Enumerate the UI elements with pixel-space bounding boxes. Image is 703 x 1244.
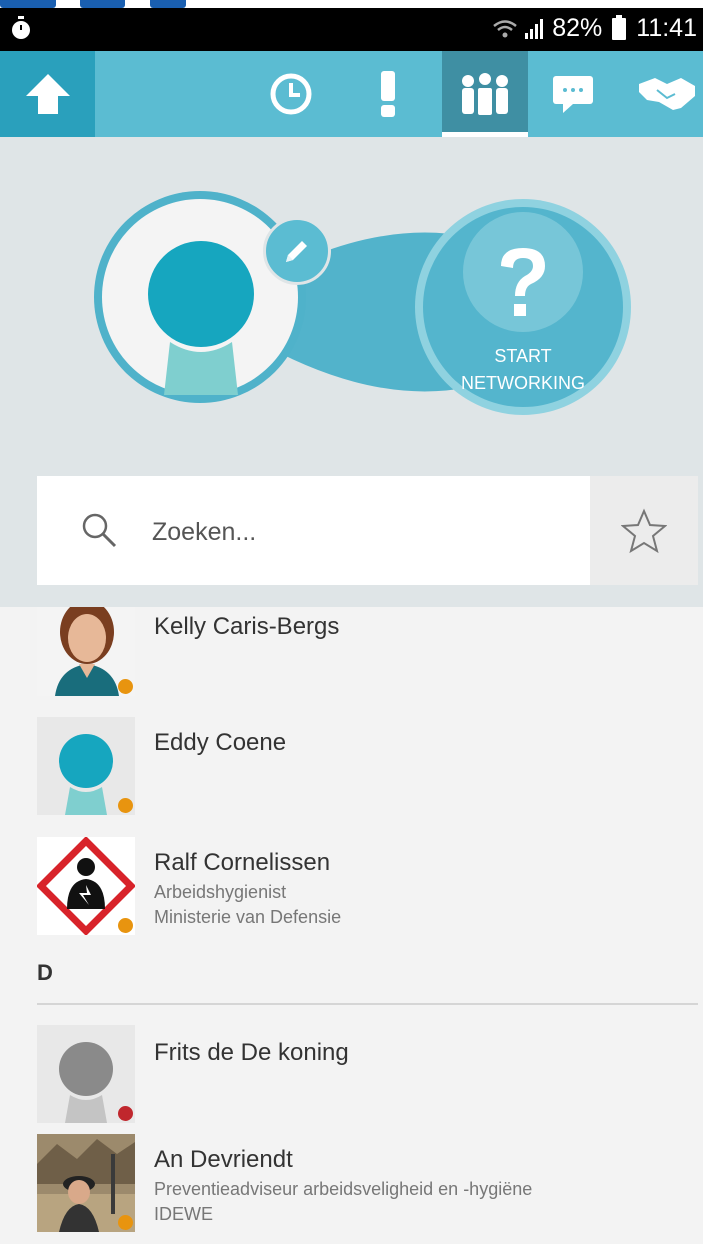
handshake-icon bbox=[638, 78, 695, 110]
contact-list: Kelly Caris-Bergs Eddy Coene Ralf Cornel… bbox=[0, 607, 703, 1244]
presence-away-dot bbox=[118, 918, 133, 933]
favorites-button[interactable] bbox=[590, 476, 698, 585]
contact-name: Kelly Caris-Bergs bbox=[154, 613, 340, 640]
section-header-d: D bbox=[37, 960, 53, 985]
tab-recent[interactable] bbox=[248, 51, 334, 137]
start-networking-button[interactable]: START NETWORKING bbox=[415, 199, 631, 415]
wifi-icon bbox=[493, 19, 518, 37]
home-button[interactable] bbox=[0, 51, 95, 137]
clock-icon bbox=[270, 73, 312, 115]
battery-percent: 82% bbox=[552, 14, 603, 42]
list-item[interactable]: Frits de De koning bbox=[0, 1025, 703, 1135]
contact-name: Eddy Coene bbox=[154, 729, 287, 756]
list-item[interactable]: An Devriendt Preventieadviseur arbeidsve… bbox=[0, 1132, 703, 1242]
stopwatch-icon bbox=[12, 16, 30, 39]
list-item[interactable]: Kelly Caris-Bergs bbox=[0, 607, 703, 717]
contact-name: Ralf Cornelissen bbox=[154, 849, 331, 876]
exclamation-icon bbox=[381, 71, 395, 117]
search-bar bbox=[37, 476, 590, 585]
start-label-line1: START bbox=[494, 346, 552, 366]
status-bar: 82% 11:41 bbox=[0, 8, 703, 51]
cropped-heading bbox=[0, 0, 703, 8]
top-toolbar bbox=[0, 51, 703, 137]
search-icon bbox=[82, 513, 117, 548]
presence-busy-dot bbox=[118, 1106, 133, 1121]
contact-name: An Devriendt bbox=[154, 1146, 293, 1173]
tab-alerts[interactable] bbox=[345, 51, 431, 137]
contact-organization: IDEWE bbox=[154, 1204, 214, 1224]
home-icon bbox=[25, 74, 70, 114]
section-divider bbox=[37, 1003, 698, 1005]
avatar bbox=[37, 1025, 135, 1123]
contact-title: Preventieadviseur arbeidsveligheid en -h… bbox=[154, 1179, 533, 1199]
start-label-line2: NETWORKING bbox=[461, 373, 585, 393]
avatar bbox=[37, 837, 135, 935]
presence-away-dot bbox=[118, 679, 133, 694]
search-input[interactable] bbox=[150, 506, 574, 558]
contact-name: Frits de De koning bbox=[154, 1039, 349, 1066]
presence-away-dot bbox=[118, 798, 133, 813]
list-item[interactable]: Eddy Coene bbox=[0, 717, 703, 827]
status-right: 82% 11:41 bbox=[492, 14, 697, 43]
tab-partners[interactable] bbox=[628, 51, 703, 137]
question-mark-icon bbox=[501, 248, 545, 316]
tab-messages[interactable] bbox=[530, 51, 616, 137]
avatar bbox=[37, 717, 135, 815]
tab-network[interactable] bbox=[442, 51, 528, 137]
clock-time: 11:41 bbox=[636, 14, 697, 42]
contact-organization: Ministerie van Defensie bbox=[154, 907, 342, 927]
chat-bubble-icon bbox=[553, 76, 593, 113]
signal-icon bbox=[525, 18, 544, 39]
edit-profile-button[interactable] bbox=[263, 217, 331, 285]
people-group-icon bbox=[462, 72, 508, 116]
list-item[interactable]: Ralf Cornelissen Arbeidshygienist Minist… bbox=[0, 835, 703, 945]
avatar bbox=[37, 1134, 135, 1232]
pencil-icon bbox=[286, 241, 307, 262]
presence-away-dot bbox=[118, 1215, 133, 1230]
contact-title: Arbeidshygienist bbox=[154, 882, 287, 902]
start-networking-label: START NETWORKING bbox=[415, 343, 631, 397]
avatar bbox=[37, 607, 135, 696]
star-outline-icon bbox=[621, 507, 667, 553]
battery-icon bbox=[612, 14, 627, 40]
